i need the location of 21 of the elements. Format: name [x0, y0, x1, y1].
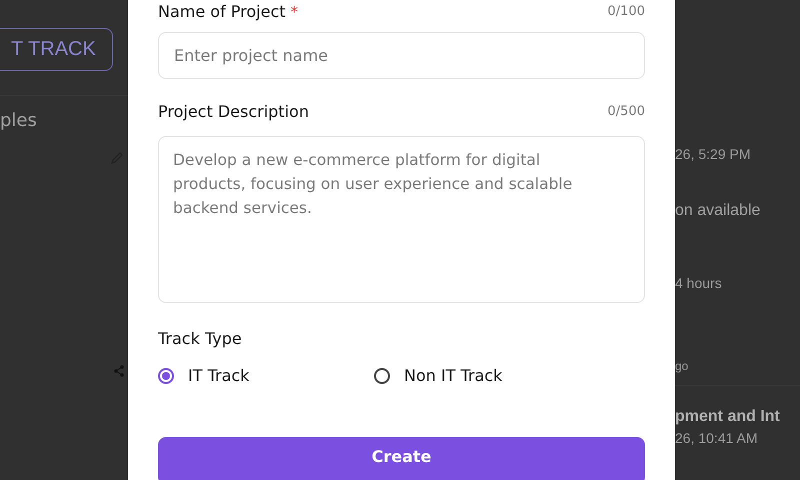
field-label: Track Type [158, 329, 243, 348]
radio-icon[interactable] [374, 368, 390, 384]
create-button[interactable]: Create [158, 437, 645, 480]
background-text: go [675, 359, 690, 373]
character-counter: 0/100 [608, 4, 645, 19]
field-label: Name of Project * [158, 2, 298, 21]
project-name-field[interactable]: Enter project name [158, 32, 645, 79]
share-icon [114, 365, 124, 377]
background-text: on available [675, 202, 762, 220]
section-heading: ples [0, 110, 38, 131]
radio-option[interactable]: IT Track [158, 366, 374, 385]
background-text: 4 hours [675, 275, 723, 291]
field-label: Project Description [158, 102, 309, 121]
background-text: pment and Int [675, 385, 800, 426]
track-button[interactable]: T TRACK [0, 28, 113, 71]
radio-icon[interactable] [158, 368, 174, 384]
background-text: 26, 5:29 PM [675, 146, 752, 162]
background-text: 26, 10:41 AM [675, 430, 759, 446]
project-description-field[interactable]: Develop a new e-commerce platform for digital products, focusing on user experience and scalable backend services. [158, 136, 645, 303]
character-counter: 0/500 [608, 104, 645, 119]
radio-option[interactable]: Non IT Track [374, 366, 645, 385]
